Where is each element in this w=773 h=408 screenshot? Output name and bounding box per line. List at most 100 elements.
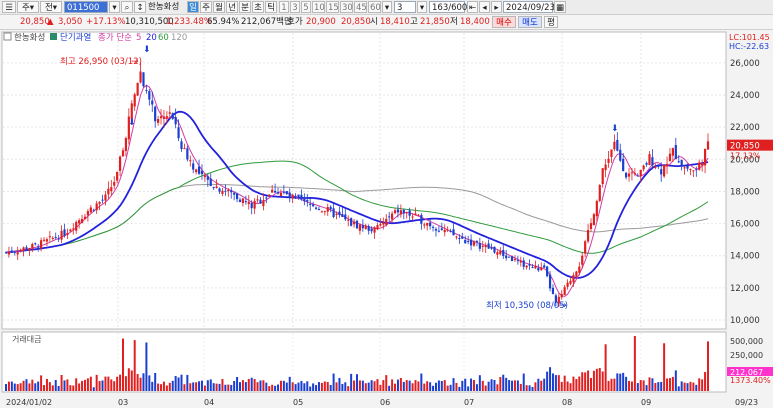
pin-icon[interactable]: ↕ <box>134 1 146 13</box>
menu-icon[interactable]: ☰ <box>2 1 16 13</box>
volume-bar <box>78 383 81 391</box>
stock-code-input[interactable]: 011500 <box>64 1 108 13</box>
volume-bar <box>221 379 224 391</box>
scroll-start-icon[interactable]: ⇤ <box>467 1 478 13</box>
market-select[interactable]: 주▾ <box>17 1 39 13</box>
volume-bar <box>557 375 560 391</box>
volume-bar <box>215 383 218 391</box>
volume-bar <box>437 380 440 391</box>
period-button-tick[interactable]: 틱 <box>265 1 277 13</box>
candle-body <box>385 218 388 225</box>
minute-button-10[interactable]: 10 <box>312 1 325 13</box>
period-button-day[interactable]: 일 <box>187 1 199 13</box>
price-pane[interactable] <box>1 31 727 330</box>
candle-body <box>537 267 540 271</box>
code-dropdown-icon[interactable]: ▾ <box>109 1 120 13</box>
volume-bar <box>259 380 262 391</box>
scroll-left-icon[interactable]: ◂ <box>479 1 490 13</box>
volume-bar <box>440 380 443 391</box>
candle-body <box>695 169 698 171</box>
period-button-month[interactable]: 월 <box>213 1 225 13</box>
period-button-minute[interactable]: 분 <box>239 1 251 13</box>
period-button-year[interactable]: 년 <box>226 1 238 13</box>
candle-body <box>706 141 710 150</box>
volume-bar <box>698 378 701 391</box>
minute-button-5[interactable]: 5 <box>301 1 311 13</box>
candle-body <box>402 209 405 214</box>
volume-bar <box>601 371 604 391</box>
volume-bar <box>484 385 487 391</box>
interval-dropdown-icon[interactable]: ▾ <box>417 1 427 13</box>
legend-ma20: 20 <box>146 33 157 43</box>
volume-bar <box>449 384 452 391</box>
candle-body <box>522 260 525 267</box>
volume-bar <box>645 385 648 391</box>
candle-body <box>449 230 452 232</box>
minute-more-icon[interactable]: ▾ <box>382 1 392 13</box>
candle-body <box>259 199 262 204</box>
candle-body <box>426 222 429 226</box>
sell-button[interactable]: 매도 <box>518 16 542 28</box>
volume-bar <box>534 382 537 391</box>
volume-bar <box>317 382 320 391</box>
candle-body <box>31 244 34 249</box>
volume-last-pct: 1373.40% <box>730 376 771 385</box>
candle-body <box>499 250 502 255</box>
date-tick: 08 <box>562 398 572 407</box>
minute-button-60[interactable]: 60 <box>368 1 381 13</box>
interval-input[interactable]: 3 <box>394 1 416 13</box>
candle-body <box>7 251 11 255</box>
date-input[interactable]: 2024/09/23 <box>503 1 555 13</box>
minute-button-45[interactable]: 45 <box>354 1 367 13</box>
stock-chart[interactable]: 한농화성 단기과열 종가 단순 5 20 60 120 LC:101.45 HC… <box>0 30 773 408</box>
candle-body <box>118 156 122 171</box>
candle-body <box>148 91 151 100</box>
candle-body <box>104 194 107 201</box>
volume-bar <box>40 375 43 391</box>
candle-body <box>630 172 634 174</box>
volume-bar <box>279 380 282 391</box>
volume-bar <box>116 376 119 391</box>
minute-button-30[interactable]: 30 <box>340 1 353 13</box>
candle-body <box>25 247 28 250</box>
volume-bar <box>549 367 552 391</box>
candle-body <box>508 256 511 258</box>
minute-button-15[interactable]: 15 <box>326 1 339 13</box>
volume-bar <box>572 376 575 391</box>
volume-bar <box>203 385 206 391</box>
minute-button-3[interactable]: 3 <box>290 1 300 13</box>
calendar-icon[interactable]: ▦ <box>554 1 566 13</box>
minute-button-1[interactable]: 1 <box>279 1 289 13</box>
volume-bar <box>227 384 230 391</box>
volume-bar <box>531 386 534 391</box>
count-input[interactable]: 163/600 <box>429 1 467 13</box>
signal-arrow-icon: ⬇ <box>611 124 619 134</box>
candle-body <box>83 216 87 220</box>
candle-body <box>654 166 657 168</box>
period-button-second[interactable]: 초 <box>252 1 264 13</box>
volume-bar <box>60 374 63 391</box>
candle-body <box>373 227 376 233</box>
candle-body <box>534 265 537 269</box>
scroll-right-icon[interactable]: ▸ <box>491 1 502 13</box>
candle-body <box>405 212 408 214</box>
candle-body <box>382 222 385 225</box>
period-select[interactable]: 전▾ <box>40 1 62 13</box>
candle-body <box>625 172 628 178</box>
candle-body <box>274 190 277 193</box>
candle-body <box>601 168 604 185</box>
period-button-week[interactable]: 주 <box>200 1 212 13</box>
candle-body <box>136 82 139 96</box>
legend-ma120: 120 <box>171 33 187 43</box>
candle-body <box>528 264 531 266</box>
volume-bar <box>590 377 592 391</box>
volume-bar <box>414 380 417 391</box>
volume-bar <box>265 382 268 391</box>
period-select-value: 전 <box>44 3 53 13</box>
eval-button[interactable]: 평 <box>544 16 558 28</box>
buy-button[interactable]: 매수 <box>492 16 516 28</box>
legend-checkbox-icon[interactable] <box>3 32 12 41</box>
search-icon[interactable]: ⌕ <box>121 1 133 13</box>
candle-body <box>168 112 171 114</box>
volume-bar <box>610 378 613 391</box>
